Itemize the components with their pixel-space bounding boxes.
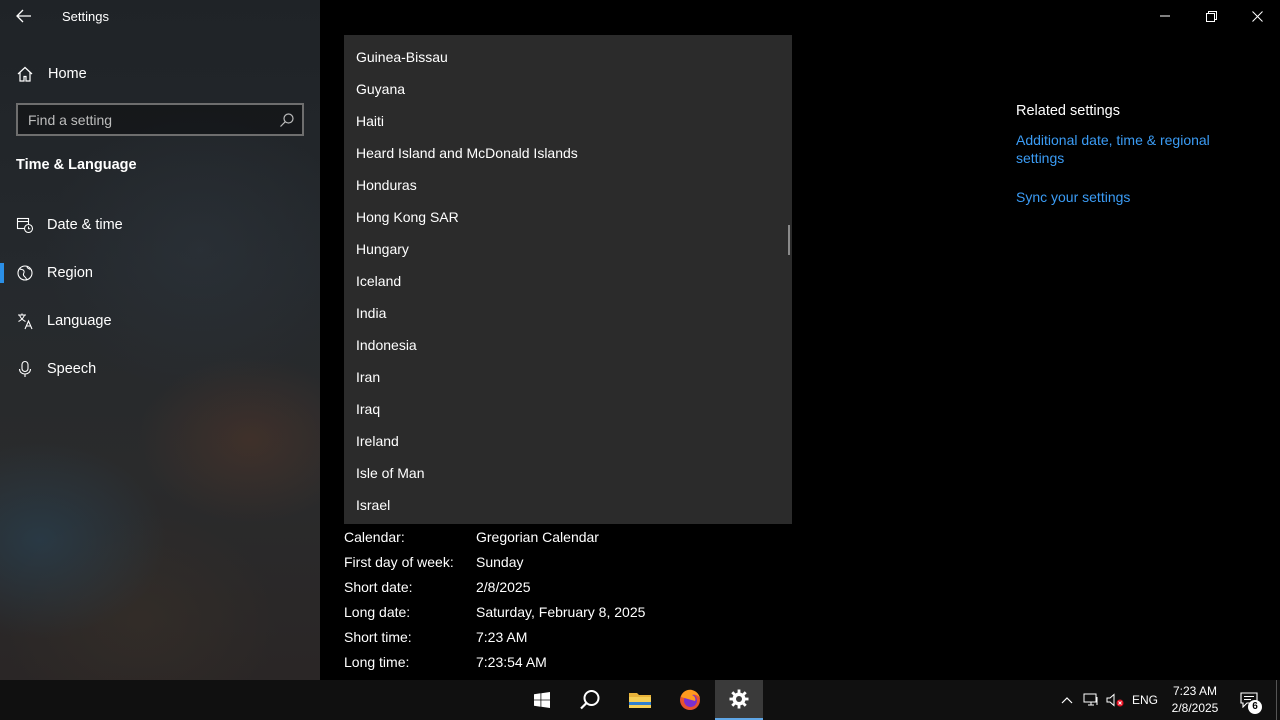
file-explorer-button[interactable]: [616, 680, 664, 720]
format-value: Saturday, February 8, 2025: [476, 603, 646, 620]
format-row: First day of week: Sunday: [344, 549, 645, 574]
sidebar-item-label: Speech: [47, 361, 97, 377]
microphone-icon: [18, 360, 32, 377]
search-input[interactable]: [28, 111, 278, 128]
close-button[interactable]: [1234, 0, 1280, 32]
network-icon: [1083, 693, 1098, 706]
windows-start-icon: [534, 692, 550, 708]
sidebar-item-label: Language: [47, 313, 112, 329]
home-nav-item[interactable]: Home: [16, 62, 87, 86]
dropdown-option[interactable]: Iraq: [344, 393, 792, 425]
close-icon: [1251, 10, 1263, 22]
format-value: Sunday: [476, 553, 524, 570]
sidebar-item-language[interactable]: Language: [0, 301, 320, 341]
related-settings-title: Related settings: [1016, 103, 1120, 119]
format-key: Calendar:: [344, 528, 405, 545]
settings-taskbar-button[interactable]: [715, 680, 763, 720]
format-row: Long time: 7:23:54 AM: [344, 649, 645, 674]
minimize-icon: [1160, 15, 1170, 17]
action-center-button[interactable]: [1234, 680, 1264, 720]
show-hidden-icons-button[interactable]: [1056, 680, 1078, 720]
dropdown-option[interactable]: Honduras: [344, 169, 792, 201]
firefox-icon: [680, 689, 700, 710]
notification-count-badge: 6: [1248, 700, 1262, 714]
dropdown-option[interactable]: Hong Kong SAR: [344, 201, 792, 233]
format-row: Short date: 2/8/2025: [344, 574, 645, 599]
dropdown-scrollbar[interactable]: [788, 225, 790, 255]
active-indicator: [0, 263, 4, 283]
format-value: Gregorian Calendar: [476, 528, 599, 545]
main-content: Guinea-Bissau Guyana Haiti Heard Island …: [320, 0, 1280, 680]
clock-time: 7:23 AM: [1172, 684, 1218, 698]
format-row: Short time: 7:23 AM: [344, 624, 645, 649]
language-icon: [18, 313, 33, 330]
format-value: 2/8/2025: [476, 578, 531, 595]
dropdown-option[interactable]: Guinea-Bissau: [344, 41, 792, 73]
dropdown-option[interactable]: Guyana: [344, 73, 792, 105]
search-icon[interactable]: [278, 111, 296, 129]
dropdown-option[interactable]: Indonesia: [344, 329, 792, 361]
dropdown-option[interactable]: Isle of Man: [344, 457, 792, 489]
taskbar-clock[interactable]: 7:23 AM 2/8/2025: [1164, 683, 1226, 717]
search-icon: [580, 690, 600, 710]
volume-muted-icon: [1106, 693, 1124, 707]
format-value: 7:23 AM: [476, 628, 528, 645]
taskbar-search-button[interactable]: [566, 680, 614, 720]
dropdown-option[interactable]: Israel: [344, 489, 792, 521]
search-box[interactable]: [16, 103, 304, 136]
sidebar-item-date-time[interactable]: Date & time: [0, 205, 320, 245]
dropdown-option[interactable]: Iran: [344, 361, 792, 393]
format-key: Short date:: [344, 578, 413, 595]
settings-gear-icon: [729, 689, 749, 709]
network-tray-button[interactable]: [1080, 680, 1102, 720]
globe-icon: [17, 265, 33, 281]
sync-settings-link[interactable]: Sync your settings: [1016, 188, 1236, 206]
volume-tray-button[interactable]: [1104, 680, 1126, 720]
sidebar-item-label: Date & time: [47, 217, 123, 233]
input-language: ENG: [1131, 693, 1158, 707]
dropdown-option[interactable]: Heard Island and McDonald Islands: [344, 137, 792, 169]
sidebar-item-speech[interactable]: Speech: [0, 349, 320, 389]
file-explorer-icon: [629, 693, 651, 708]
minimize-button[interactable]: [1142, 0, 1188, 32]
format-value: 7:23:54 AM: [476, 653, 547, 670]
format-key: First day of week:: [344, 553, 454, 570]
dropdown-option[interactable]: Ireland: [344, 425, 792, 457]
window-controls: [1142, 0, 1280, 32]
section-title: Time & Language: [16, 157, 137, 173]
back-button[interactable]: [10, 4, 38, 28]
sidebar-item-region[interactable]: Region: [0, 253, 320, 293]
dropdown-option[interactable]: Hungary: [344, 233, 792, 265]
clock-date: 2/8/2025: [1171, 701, 1219, 715]
format-key: Long time:: [344, 653, 410, 670]
format-row: Calendar: Gregorian Calendar: [344, 524, 645, 549]
format-key: Long date:: [344, 603, 411, 620]
dropdown-option[interactable]: Iceland: [344, 265, 792, 297]
show-desktop-button[interactable]: [1276, 680, 1280, 720]
restore-icon: [1205, 10, 1217, 22]
home-label: Home: [48, 66, 87, 82]
sidebar: Settings Home Time & Language Date & tim…: [0, 0, 320, 680]
format-key: Short time:: [344, 628, 412, 645]
chevron-up-icon: [1061, 697, 1073, 704]
sidebar-item-label: Region: [47, 265, 93, 281]
region-dropdown-list[interactable]: Guinea-Bissau Guyana Haiti Heard Island …: [344, 35, 792, 524]
dropdown-option[interactable]: India: [344, 297, 792, 329]
restore-button[interactable]: [1188, 0, 1234, 32]
input-language-button[interactable]: ENG: [1128, 680, 1162, 720]
regional-format-data: Calendar: Gregorian Calendar First day o…: [344, 524, 645, 674]
app-title: Settings: [62, 9, 109, 24]
start-button[interactable]: [518, 680, 566, 720]
firefox-button[interactable]: [666, 680, 714, 720]
additional-settings-link[interactable]: Additional date, time & regional setting…: [1016, 131, 1236, 167]
dropdown-option[interactable]: Haiti: [344, 105, 792, 137]
home-icon: [17, 66, 33, 82]
taskbar: ENG 7:23 AM 2/8/2025 6: [0, 680, 1280, 720]
title-bar: Settings: [0, 0, 320, 32]
format-row: Long date: Saturday, February 8, 2025: [344, 599, 645, 624]
related-settings: Related settings Additional date, time &…: [1016, 103, 1236, 227]
back-arrow-icon: [16, 9, 31, 23]
clock-calendar-icon: [16, 217, 34, 234]
